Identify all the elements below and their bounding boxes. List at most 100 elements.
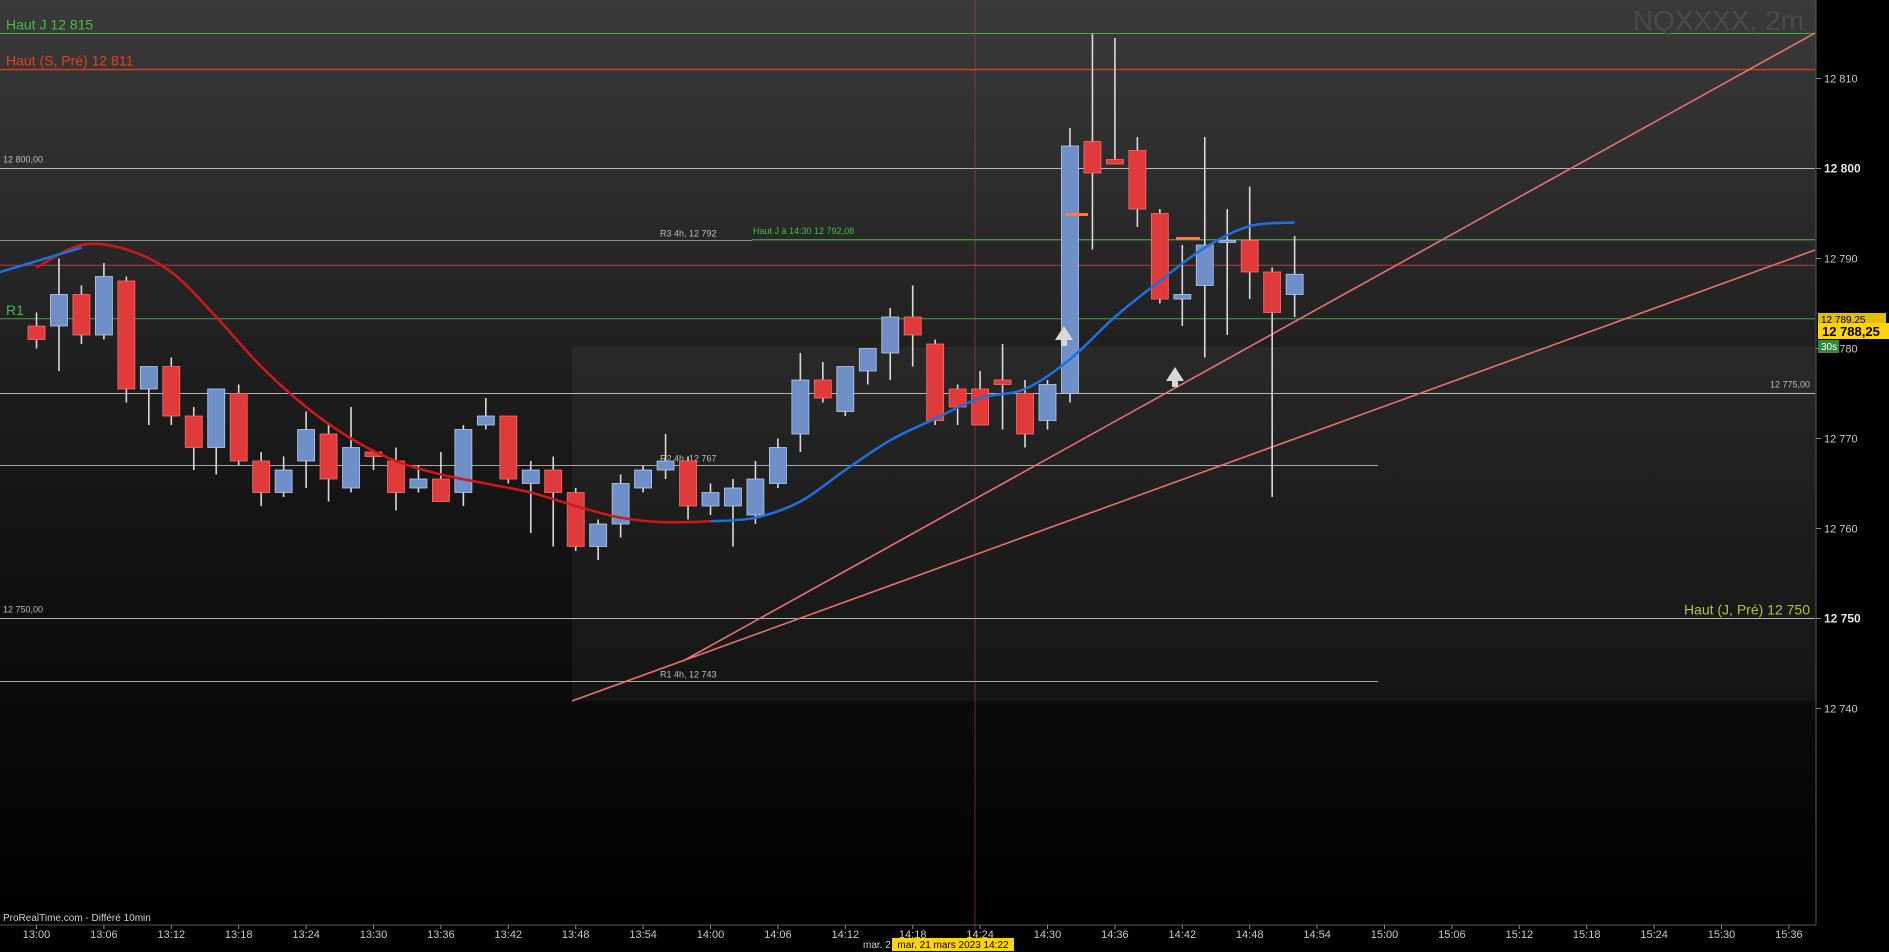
orange-marker (1176, 237, 1200, 240)
candle-body (813, 379, 832, 399)
level-label-haut-j-1430: Haut J à 14:30 12 792,08 (753, 226, 854, 236)
candle-body (566, 492, 585, 547)
time-tick: 13:48 (562, 929, 590, 941)
level-label-haut-s-pre: Haut (S, Pré) 12 811 (6, 53, 134, 69)
candle (229, 384, 248, 466)
price-tick: 12 750 (1824, 612, 1861, 626)
candle-body (342, 447, 360, 489)
candle-body (229, 393, 248, 462)
candle-body (139, 366, 158, 390)
candle-body (589, 523, 608, 547)
price-tick: 12 770 (1824, 434, 1858, 446)
candle (566, 488, 585, 551)
time-tick: 15:12 (1506, 929, 1534, 941)
candle-body (184, 415, 203, 448)
candle-body (634, 469, 652, 489)
level-label-level-12775: 12 775,00 (1770, 380, 1810, 390)
time-tick: 13:00 (23, 929, 51, 941)
candle-body (903, 316, 922, 336)
candle-body (27, 325, 46, 340)
level-label-r1-green: R1 (6, 302, 24, 318)
level-label-level-12800: 12 800,00 (3, 155, 43, 165)
candle-body (1038, 384, 1057, 421)
time-tick: 14:36 (1101, 929, 1129, 941)
time-tick: 15:18 (1573, 929, 1601, 941)
candle-body (701, 492, 720, 507)
time-tick: 13:30 (360, 929, 388, 941)
time-tick: 14:48 (1236, 929, 1264, 941)
crosshair-date: mar. 21 mars 2023 14:22 (897, 940, 1009, 951)
candle-body (207, 388, 226, 448)
candle-body (319, 433, 338, 480)
time-tick: 15:30 (1708, 929, 1736, 941)
time-tick: 13:54 (629, 929, 657, 941)
orange-marker (1066, 213, 1088, 216)
time-tick: 13:06 (90, 929, 118, 941)
candle-body (769, 447, 787, 484)
candle-body (971, 388, 989, 426)
price-tick: 12 760 (1824, 524, 1858, 536)
candle-body (1218, 240, 1237, 243)
candle (926, 339, 945, 425)
candle-body (499, 415, 518, 480)
candle-body (746, 478, 765, 516)
candle-body (476, 415, 495, 426)
candle-timer: 30s (1821, 342, 1837, 353)
level-label-r3-4h: R3 4h, 12 792 (660, 229, 717, 239)
time-tick: 15:00 (1371, 929, 1399, 941)
candle-body (881, 316, 900, 354)
time-tick: 14:30 (1034, 929, 1062, 941)
candle-body (1240, 240, 1259, 273)
time-tick: 13:42 (495, 929, 523, 941)
candle-body (117, 280, 136, 390)
candle-body (858, 348, 877, 372)
price-axis[interactable] (1816, 0, 1889, 952)
candle-body (993, 379, 1012, 385)
level-label-haut-j: Haut J 12 815 (6, 17, 93, 33)
candle-body (521, 469, 540, 484)
crosshair-date-prefix: mar. 2 (863, 940, 891, 951)
time-tick: 14:00 (697, 929, 725, 941)
time-tick: 13:18 (225, 929, 253, 941)
candle (836, 366, 855, 416)
candle (499, 415, 518, 484)
candle-body (72, 294, 91, 336)
candle-body (1083, 141, 1102, 174)
time-tick: 14:12 (832, 929, 860, 941)
last-price: 12 788,25 (1822, 324, 1880, 339)
crosshair-date-label: mar. 2 mar. 21 mars 2023 14:22 (863, 938, 1014, 951)
symbol-title: NQXXXX, 2m (1633, 5, 1804, 36)
watermark: ProRealTime.com - Différé 10min (3, 913, 151, 924)
time-tick: 15:24 (1640, 929, 1668, 941)
price-tick: 12 740 (1824, 704, 1858, 716)
candle-body (544, 469, 563, 493)
candle (117, 276, 136, 403)
candle (72, 285, 91, 344)
level-label-level-12750: 12 750,00 (3, 605, 43, 615)
candle-body (1285, 273, 1304, 295)
candle-body (297, 429, 316, 462)
candle-body (1061, 145, 1079, 394)
time-tick: 14:54 (1303, 929, 1331, 941)
candle-body (431, 478, 450, 502)
chart-window: Haut J 12 815 Haut (S, Pré) 12 811 12 800,… (0, 0, 1889, 952)
time-tick: 13:36 (427, 929, 455, 941)
candle-body (724, 487, 742, 507)
candle-body (1128, 150, 1147, 210)
time-tick: 14:06 (764, 929, 792, 941)
candle-body (656, 460, 675, 471)
candle (1150, 209, 1169, 304)
candle-body (454, 429, 473, 493)
candle-body (926, 343, 945, 421)
candle-body (252, 460, 271, 493)
candle-body (679, 460, 697, 507)
level-label-haut-j-pre: Haut (J, Pré) 12 750 (1684, 602, 1810, 618)
price-tick: 12 800 (1824, 162, 1861, 176)
candle-body (387, 460, 405, 493)
candle-body (1106, 159, 1124, 165)
candle-body (50, 294, 68, 327)
candle-body (95, 276, 113, 336)
price-chart[interactable]: Haut J 12 815 Haut (S, Pré) 12 811 12 800,… (0, 0, 1889, 952)
time-tick: 13:24 (292, 929, 320, 941)
range-box (572, 347, 1816, 701)
